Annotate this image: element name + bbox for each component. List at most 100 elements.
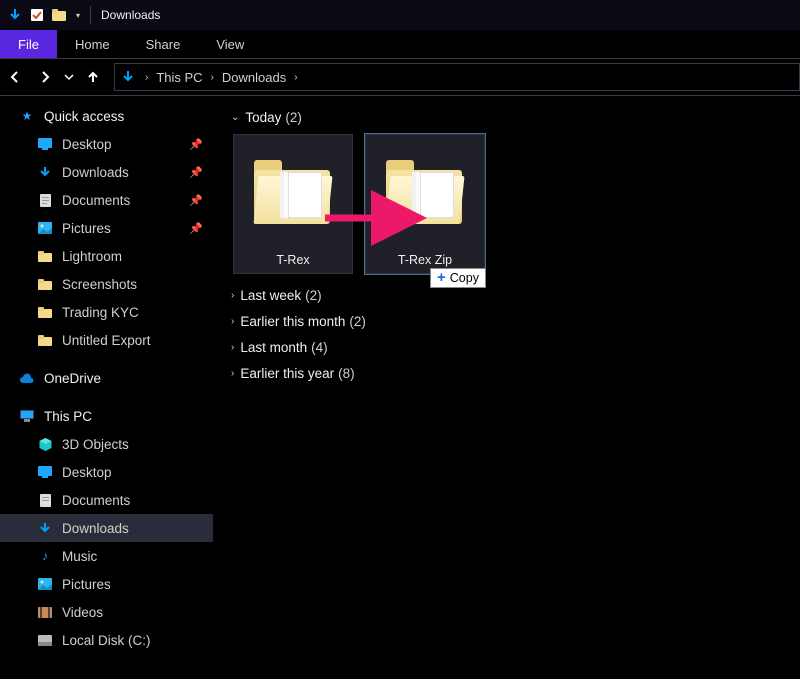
pc-icon	[18, 409, 36, 423]
desktop-icon	[36, 137, 54, 151]
sidebar-item-downloads-pc[interactable]: Downloads	[0, 514, 213, 542]
chevron-right-icon: ›	[231, 368, 234, 379]
properties-qat-icon[interactable]	[28, 6, 46, 24]
sidebar-item-downloads[interactable]: Downloads 📌	[0, 158, 213, 186]
sidebar-item-label: Desktop	[62, 465, 112, 480]
sidebar-item-pictures[interactable]: Pictures📌	[0, 214, 213, 242]
navigation-pane[interactable]: ★ Quick access Desktop📌 Downloads📌 Docum…	[0, 96, 215, 679]
video-icon	[36, 605, 54, 619]
chevron-right-icon[interactable]: ›	[141, 72, 152, 83]
sidebar-item-label: Documents	[62, 493, 130, 508]
sidebar-item-3d-objects[interactable]: 3D Objects	[0, 430, 213, 458]
sidebar-item-label: Videos	[62, 605, 103, 620]
file-explorer-window: { "titlebar": { "title": "Downloads" }, …	[0, 0, 800, 679]
titlebar-separator	[90, 6, 91, 24]
3d-icon	[36, 437, 54, 451]
group-count: (2)	[305, 288, 322, 303]
plus-icon: +	[437, 272, 446, 284]
folder-qat-icon[interactable]	[50, 6, 68, 24]
star-icon: ★	[18, 109, 36, 123]
sidebar-item-trading-kyc[interactable]: Trading KYC	[0, 298, 213, 326]
sidebar-item-label: Trading KYC	[62, 305, 139, 320]
sidebar-item-label: Lightroom	[62, 249, 122, 264]
group-label: Last week	[240, 288, 301, 303]
ribbon-tabs: File Home Share View	[0, 30, 800, 58]
up-button[interactable]	[78, 58, 108, 96]
sidebar-item-lightroom[interactable]: Lightroom	[0, 242, 213, 270]
tile-row: T-Rex T-Rex Zip	[233, 134, 796, 274]
sidebar-item-local-disk-c[interactable]: Local Disk (C:)	[0, 626, 213, 654]
tab-share[interactable]: Share	[128, 30, 199, 58]
pin-icon: 📌	[189, 194, 203, 207]
group-header-earlier-this-month[interactable]: › Earlier this month (2)	[225, 308, 796, 334]
folder-thumb	[234, 135, 352, 249]
sidebar-onedrive[interactable]: OneDrive	[0, 364, 213, 392]
chevron-right-icon: ›	[231, 342, 234, 353]
sidebar-item-untitled-export[interactable]: Untitled Export	[0, 326, 213, 354]
tab-home[interactable]: Home	[57, 30, 128, 58]
pin-icon: 📌	[189, 222, 203, 235]
crumb-this-pc[interactable]: This PC	[152, 64, 206, 90]
folder-tile-t-rex[interactable]: T-Rex	[233, 134, 353, 274]
group-label: Today	[245, 110, 281, 125]
folder-icon	[36, 249, 54, 263]
sidebar-item-pictures-pc[interactable]: Pictures	[0, 570, 213, 598]
crumb-downloads[interactable]: Downloads	[218, 64, 290, 90]
sidebar-item-label: Downloads	[62, 165, 129, 180]
sidebar-item-documents-pc[interactable]: Documents	[0, 486, 213, 514]
sidebar-item-desktop[interactable]: Desktop📌	[0, 130, 213, 158]
document-icon	[36, 193, 54, 207]
chevron-right-icon: ›	[231, 316, 234, 327]
group-header-last-week[interactable]: › Last week (2)	[225, 282, 796, 308]
tab-view[interactable]: View	[198, 30, 262, 58]
group-header-today[interactable]: ⌄ Today (2)	[225, 104, 796, 130]
folder-thumb	[366, 135, 484, 249]
sidebar-cat-label: OneDrive	[44, 371, 101, 386]
sidebar-item-label: 3D Objects	[62, 437, 129, 452]
sidebar-item-label: Screenshots	[62, 277, 137, 292]
folder-tile-t-rex-zip[interactable]: T-Rex Zip	[365, 134, 485, 274]
picture-icon	[36, 221, 54, 235]
group-header-earlier-this-year[interactable]: › Earlier this year (8)	[225, 360, 796, 386]
cloud-icon	[18, 371, 36, 385]
drag-copy-tooltip: + Copy	[430, 268, 486, 288]
sidebar-item-label: Untitled Export	[62, 333, 151, 348]
pin-icon: 📌	[189, 166, 203, 179]
sidebar-item-label: Downloads	[62, 521, 129, 536]
sidebar-item-music[interactable]: ♪ Music	[0, 542, 213, 570]
sidebar-cat-label: This PC	[44, 409, 92, 424]
sidebar-quick-access[interactable]: ★ Quick access	[0, 102, 213, 130]
chevron-down-icon: ⌄	[231, 112, 239, 123]
download-icon	[36, 521, 54, 535]
address-folder-icon	[119, 68, 137, 86]
titlebar: ▾ Downloads	[0, 0, 800, 30]
sidebar-item-label: Music	[62, 549, 97, 564]
history-dropdown[interactable]	[60, 58, 78, 96]
sidebar-item-documents[interactable]: Documents 📌	[0, 186, 213, 214]
sidebar-item-screenshots[interactable]: Screenshots	[0, 270, 213, 298]
content-pane[interactable]: ⌄ Today (2) T-Rex T-Rex Zip	[215, 96, 800, 679]
body: ★ Quick access Desktop📌 Downloads📌 Docum…	[0, 96, 800, 679]
sidebar-cat-label: Quick access	[44, 109, 124, 124]
chevron-right-icon[interactable]: ›	[207, 72, 218, 83]
tab-file[interactable]: File	[0, 30, 57, 58]
sidebar-item-videos[interactable]: Videos	[0, 598, 213, 626]
folder-icon	[36, 277, 54, 291]
group-count: (2)	[285, 110, 302, 125]
group-label: Earlier this month	[240, 314, 345, 329]
address-bar[interactable]: › This PC › Downloads ›	[114, 63, 800, 91]
forward-button[interactable]	[30, 58, 60, 96]
qat-dropdown-icon[interactable]: ▾	[76, 11, 80, 20]
group-count: (8)	[338, 366, 355, 381]
sidebar-item-desktop-pc[interactable]: Desktop	[0, 458, 213, 486]
picture-icon	[36, 577, 54, 591]
music-icon: ♪	[36, 549, 54, 563]
drag-copy-label: Copy	[450, 271, 479, 285]
group-header-last-month[interactable]: › Last month (4)	[225, 334, 796, 360]
back-button[interactable]	[0, 58, 30, 96]
sidebar-item-label: Documents	[62, 193, 130, 208]
folder-icon	[36, 333, 54, 347]
chevron-right-icon: ›	[231, 290, 234, 301]
sidebar-this-pc[interactable]: This PC	[0, 402, 213, 430]
chevron-right-icon[interactable]: ›	[290, 72, 301, 83]
